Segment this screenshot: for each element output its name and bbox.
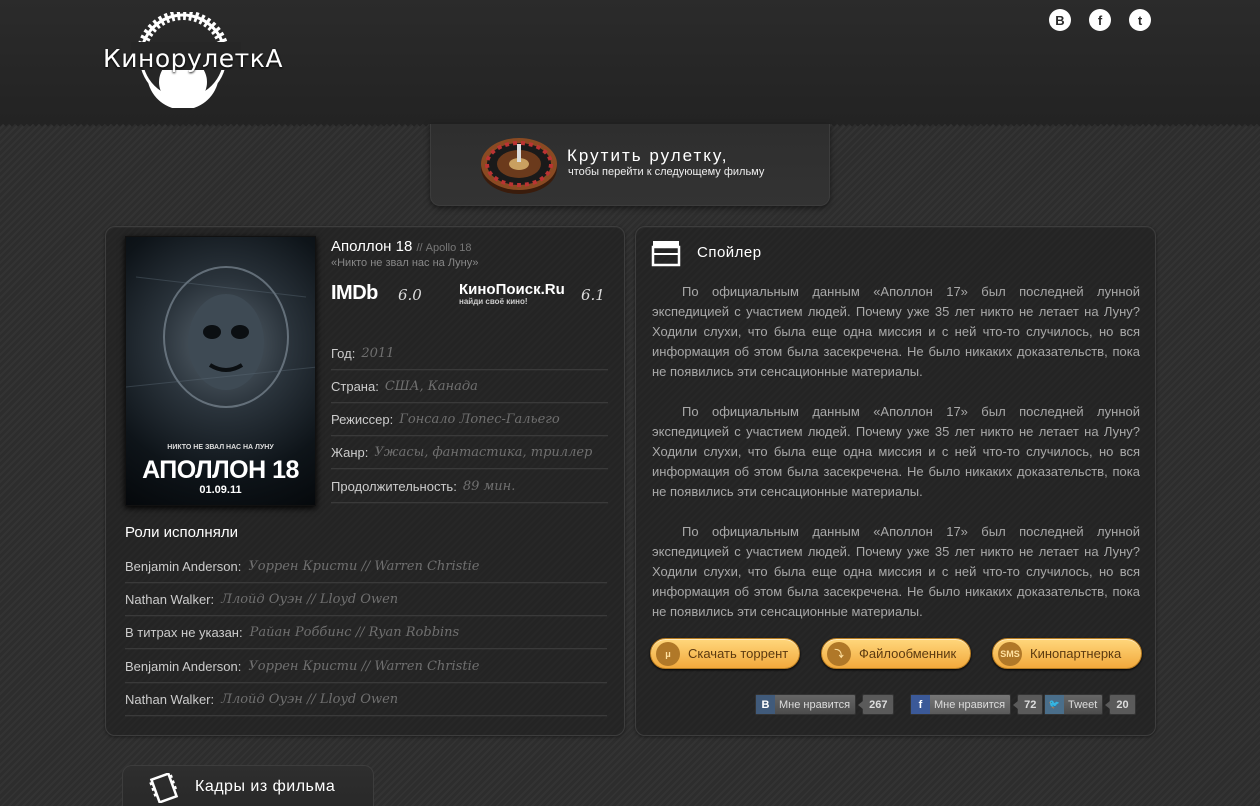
cast-role: Nathan Walker: [125, 691, 215, 707]
cast-actor[interactable]: Ллойд Оуэн // Lloyd Owen [221, 592, 398, 607]
like-count: 267 [858, 694, 895, 715]
cast-role: Benjamin Anderson: [125, 658, 242, 674]
cast-row: В титрах не указан: Райан Роббинс // Rya… [125, 616, 607, 649]
film-info-panel: НИКТО НЕ ЗВАЛ НАС НА ЛУНУ АПОЛЛОН 18 01.… [105, 226, 625, 736]
like-label: Мне нравится [934, 698, 1006, 711]
like-count: 20 [1105, 694, 1136, 715]
info-label: Продолжительность: [331, 478, 457, 494]
button-label: Файлообменник [859, 646, 957, 661]
tweet-button[interactable]: 🐦 Tweet [1044, 694, 1104, 715]
info-label: Год: [331, 345, 356, 361]
info-value: 89 мин. [462, 478, 516, 494]
kinopoisk-rating: 6.1 [581, 286, 605, 304]
twitter-tweet-widget: 🐦 Tweet 20 [1044, 694, 1136, 715]
logo-text: КинорулеткА [103, 44, 283, 73]
info-label: Страна: [331, 378, 379, 394]
like-label: Мне нравится [779, 698, 851, 711]
cast-role: В титрах не указан: [125, 624, 243, 640]
file-share-button[interactable]: ⤵ Файлообменник [821, 638, 971, 669]
roulette-wheel-icon [481, 138, 557, 194]
facebook-like-button[interactable]: f Мне нравится [910, 694, 1012, 715]
twitter-tweet-icon: 🐦 [1045, 695, 1064, 714]
file-share-icon: ⤵ [827, 641, 851, 666]
cast-role: Nathan Walker: [125, 591, 215, 607]
cast-actor[interactable]: Уоррен Кристи // Warren Christie [248, 559, 479, 574]
spoiler-paragraph: По официальным данным «Аполлон 17» был п… [652, 524, 1140, 619]
info-label: Режиссер: [331, 411, 394, 427]
info-value: Гонсало Лопес-Гальего [399, 411, 560, 427]
social-links: B f t [1049, 9, 1151, 31]
film-title-ru: Аполлон 18 [331, 238, 413, 255]
kinopoisk-slogan: найди своё кино! [459, 297, 528, 306]
like-count: 72 [1013, 694, 1044, 715]
film-strip-icon [149, 773, 179, 803]
film-tagline: «Никто не звал нас на Луну» [331, 257, 479, 269]
info-row-genre: Жанр: Ужасы, фантастика, триллер [331, 436, 608, 469]
info-value: США, Канада [384, 378, 478, 394]
cast-role: Benjamin Anderson: [125, 558, 242, 574]
info-row-year: Год: 2011 [331, 337, 608, 370]
cast-heading: Роли исполняли [125, 524, 238, 541]
info-row-duration: Продолжительность: 89 мин. [331, 470, 608, 503]
site-header: КинорулеткА B f t [0, 0, 1260, 127]
facebook-icon[interactable]: f [1089, 9, 1111, 31]
info-value: Ужасы, фантастика, триллер [374, 444, 593, 460]
spoiler-paragraph: По официальным данным «Аполлон 17» был п… [652, 404, 1140, 499]
frames-title: Кадры из фильма [195, 778, 336, 795]
cast-row: Benjamin Anderson: Уоррен Кристи // Warr… [125, 550, 607, 583]
cast-row: Nathan Walker: Ллойд Оуэн // Lloyd Owen [125, 583, 607, 616]
clapperboard-icon [651, 241, 681, 267]
cast-actor[interactable]: Ллойд Оуэн // Lloyd Owen [221, 692, 398, 707]
vk-like-button[interactable]: B Мне нравится [755, 694, 857, 715]
roulette-subtitle: чтобы перейти к следующему фильму [568, 166, 765, 178]
astronaut-poster-image [126, 266, 315, 408]
kinopartnerka-button[interactable]: SMS Кинопартнерка [992, 638, 1142, 669]
download-torrent-button[interactable]: μ Скачать торрент [650, 638, 800, 669]
button-label: Скачать торрент [688, 646, 789, 661]
poster-tagline: НИКТО НЕ ЗВАЛ НАС НА ЛУНУ [167, 444, 274, 451]
twitter-icon[interactable]: t [1129, 9, 1151, 31]
kinopoisk-logo: КиноПоиск.Ru [459, 281, 565, 298]
film-frames-tab[interactable]: Кадры из фильма [122, 765, 374, 806]
poster-date: 01.09.11 [199, 484, 242, 496]
poster-title: АПОЛЛОН 18 [142, 456, 299, 484]
button-label: Кинопартнерка [1030, 646, 1122, 661]
facebook-like-widget: f Мне нравится 72 [910, 694, 1044, 715]
like-label: Tweet [1068, 698, 1098, 711]
info-row-director: Режиссер: Гонсало Лопес-Гальего [331, 403, 608, 436]
imdb-rating: 6.0 [398, 286, 422, 304]
info-label: Жанр: [331, 444, 369, 460]
info-value: 2011 [361, 345, 395, 361]
info-row-country: Страна: США, Канада [331, 370, 608, 403]
torrent-icon: μ [656, 641, 680, 666]
site-logo[interactable]: КинорулеткА [103, 10, 282, 110]
cast-row: Benjamin Anderson: Уоррен Кристи // Warr… [125, 650, 607, 683]
spoiler-panel: Спойлер По официальным данным «Аполлон 1… [635, 226, 1156, 736]
cast-actor[interactable]: Райан Роббинс // Ryan Robbins [250, 625, 460, 640]
film-original-title: // Apollo 18 [416, 242, 472, 254]
facebook-like-icon: f [911, 695, 930, 714]
vk-icon[interactable]: B [1049, 9, 1071, 31]
film-poster[interactable]: НИКТО НЕ ЗВАЛ НАС НА ЛУНУ АПОЛЛОН 18 01.… [125, 236, 316, 506]
cast-actor[interactable]: Уоррен Кристи // Warren Christie [248, 659, 479, 674]
spin-roulette-button[interactable]: Крутить рулетку, чтобы перейти к следующ… [430, 124, 830, 206]
film-title: Аполлон 18 // Apollo 18 [331, 238, 472, 255]
vk-like-widget: B Мне нравится 267 [755, 694, 895, 715]
sms-icon: SMS [998, 641, 1022, 666]
roulette-title: Крутить рулетку, [567, 146, 729, 165]
imdb-logo: IMDb [331, 282, 378, 304]
vk-like-icon: B [756, 695, 775, 714]
cast-row: Nathan Walker: Ллойд Оуэн // Lloyd Owen [125, 683, 607, 716]
spoiler-title: Спойлер [697, 244, 762, 261]
spoiler-paragraph: По официальным данным «Аполлон 17» был п… [652, 284, 1140, 379]
spoiler-text: По официальным данным «Аполлон 17» был п… [652, 282, 1140, 642]
